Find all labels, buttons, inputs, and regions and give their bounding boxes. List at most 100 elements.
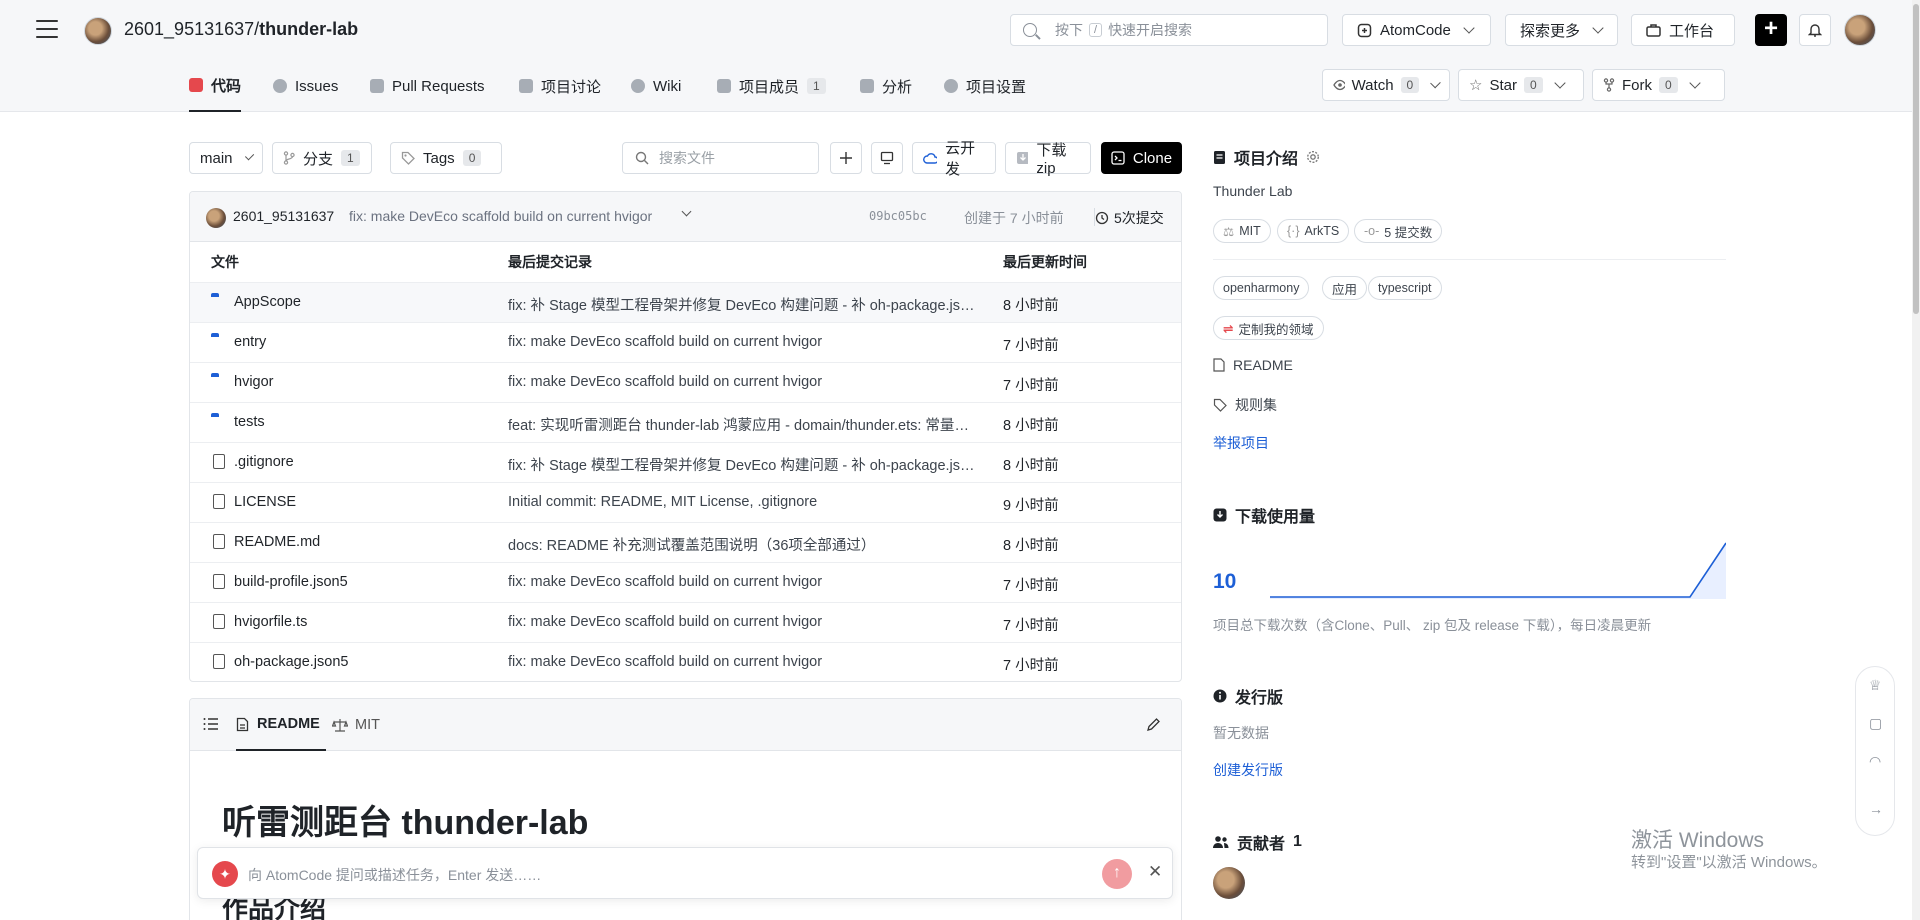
tab-discussions[interactable]: 项目讨论: [519, 60, 601, 112]
commit-message[interactable]: fix: make DevEco scaffold build on curre…: [349, 208, 652, 224]
tab-wiki[interactable]: Wiki: [631, 60, 681, 112]
file-row-build-profile[interactable]: build-profile.json5 fix: make DevEco sca…: [190, 562, 1181, 602]
file-commit-message[interactable]: fix: 补 Stage 模型工程骨架并修复 DevEco 构建问题 - 补 o…: [508, 294, 978, 315]
rules-link[interactable]: 规则集: [1213, 395, 1277, 415]
file-row-hvigorfile[interactable]: hvigorfile.ts fix: make DevEco scaffold …: [190, 602, 1181, 642]
list-icon[interactable]: [203, 717, 219, 731]
file-name[interactable]: hvigorfile.ts: [234, 614, 307, 630]
tab-settings[interactable]: 项目设置: [944, 60, 1026, 112]
commit-author[interactable]: 2601_95131637: [233, 208, 334, 224]
file-name[interactable]: README.md: [234, 534, 320, 550]
file-row-oh-package[interactable]: oh-package.json5 fix: make DevEco scaffo…: [190, 642, 1181, 681]
add-file-button[interactable]: [830, 142, 862, 174]
atomcode-prompt-input[interactable]: 向 AtomCode 提问或描述任务，Enter 发送……: [248, 865, 541, 885]
repo-name[interactable]: thunder-lab: [259, 19, 358, 39]
file-row-entry[interactable]: entry fix: make DevEco scaffold build on…: [190, 322, 1181, 362]
headset-icon[interactable]: ◠: [1869, 753, 1881, 770]
cloud-dev-button[interactable]: 云开发: [912, 140, 996, 178]
file-name[interactable]: oh-package.json5: [234, 654, 348, 670]
scrollbar-thumb[interactable]: [1913, 4, 1919, 314]
file-name[interactable]: entry: [234, 334, 266, 350]
commit-author-avatar[interactable]: [206, 208, 226, 228]
customize-domain-button[interactable]: ⇌ 定制我的领域: [1213, 316, 1324, 340]
atomcode-button[interactable]: AtomCode: [1342, 14, 1491, 46]
star-icon: ☆: [1469, 77, 1483, 94]
repo-path[interactable]: 2601_95131637/thunder-lab: [124, 19, 358, 40]
repo-owner[interactable]: 2601_95131637/: [124, 19, 259, 39]
arrow-right-icon[interactable]: →: [1869, 801, 1883, 817]
file-name[interactable]: build-profile.json5: [234, 574, 348, 590]
user-avatar[interactable]: [1844, 14, 1876, 46]
file-name[interactable]: AppScope: [234, 294, 301, 310]
license-badge[interactable]: ⚖ MIT: [1213, 219, 1271, 243]
file-search-input[interactable]: 搜索文件: [622, 142, 819, 174]
clone-button[interactable]: Clone: [1101, 142, 1182, 174]
report-link[interactable]: 举报项目: [1213, 433, 1269, 453]
create-release-link[interactable]: 创建发行版: [1213, 760, 1283, 780]
repo-avatar[interactable]: [84, 17, 112, 45]
contributor-avatar[interactable]: [1213, 867, 1245, 899]
file-name[interactable]: hvigor: [234, 374, 274, 390]
download-zip-button[interactable]: 下载zip: [1005, 142, 1091, 177]
tab-issues[interactable]: Issues: [273, 60, 338, 112]
gear-icon[interactable]: [1306, 150, 1320, 164]
file-name[interactable]: LICENSE: [234, 494, 296, 510]
topic-app[interactable]: 应用: [1322, 276, 1368, 300]
watch-button[interactable]: Watch 0: [1322, 69, 1450, 101]
tab-license[interactable]: MIT: [332, 699, 380, 751]
file-name[interactable]: .gitignore: [234, 454, 294, 470]
create-new-button[interactable]: +: [1755, 14, 1787, 46]
tags-button[interactable]: Tags 0: [390, 142, 502, 174]
star-button[interactable]: ☆ Star 0: [1458, 69, 1584, 101]
file-commit-message[interactable]: fix: make DevEco scaffold build on curre…: [508, 614, 978, 630]
file-row-license[interactable]: LICENSE Initial commit: README, MIT Lice…: [190, 482, 1181, 522]
web-ide-button[interactable]: [871, 142, 903, 174]
badge-label: MIT: [1239, 224, 1261, 238]
file-row-tests[interactable]: tests feat: 实现听雷测距台 thunder-lab 鸿蒙应用 - d…: [190, 402, 1181, 442]
workbench-button[interactable]: 工作台: [1631, 14, 1735, 46]
tab-members[interactable]: 项目成员 1: [717, 60, 826, 112]
language-badge[interactable]: {·} ArkTS: [1277, 219, 1350, 243]
file-commit-message[interactable]: docs: README 补充测试覆盖范围说明（36项全部通过）: [508, 534, 978, 555]
domain-icon: ⇌: [1223, 321, 1234, 336]
global-search-input[interactable]: 按下 / 快速开启搜索: [1010, 14, 1328, 46]
file-icon: [213, 614, 225, 629]
intro-heading: 项目介绍: [1213, 145, 1320, 169]
commit-hash[interactable]: 09bc05bc: [869, 209, 927, 223]
fork-button[interactable]: Fork 0: [1592, 69, 1725, 101]
notifications-button[interactable]: [1799, 14, 1831, 46]
commits-badge[interactable]: -o- 5 提交数: [1354, 219, 1443, 243]
tab-pull-requests[interactable]: Pull Requests: [370, 60, 485, 112]
trash-icon[interactable]: ▢: [1869, 715, 1882, 732]
tab-code[interactable]: 代码: [189, 60, 242, 112]
close-icon[interactable]: ✕: [1148, 862, 1162, 882]
file-commit-message[interactable]: fix: make DevEco scaffold build on curre…: [508, 334, 978, 350]
readme-link[interactable]: README: [1213, 357, 1293, 373]
file-row-appscope[interactable]: AppScope fix: 补 Stage 模型工程骨架并修复 DevEco 构…: [190, 282, 1181, 322]
chevron-down-icon[interactable]: [681, 206, 692, 217]
file-row-gitignore[interactable]: .gitignore fix: 补 Stage 模型工程骨架并修复 DevEco…: [190, 442, 1181, 482]
tab-readme[interactable]: README: [236, 699, 326, 751]
topic-openharmony[interactable]: openharmony: [1213, 276, 1310, 300]
top-bar: 2601_95131637/thunder-lab 按下 / 快速开启搜索 At…: [0, 0, 1912, 60]
file-commit-message[interactable]: fix: make DevEco scaffold build on curre…: [508, 574, 978, 590]
edit-icon[interactable]: [1146, 717, 1161, 732]
file-commit-message[interactable]: fix: make DevEco scaffold build on curre…: [508, 374, 978, 390]
trophy-icon[interactable]: ♕: [1869, 677, 1882, 694]
file-commit-message[interactable]: fix: make DevEco scaffold build on curre…: [508, 654, 978, 670]
branches-button[interactable]: 分支 1: [272, 142, 372, 174]
branch-select[interactable]: main: [189, 142, 263, 174]
file-row-readme[interactable]: README.md docs: README 补充测试覆盖范围说明（36项全部通…: [190, 522, 1181, 562]
file-name[interactable]: tests: [234, 414, 265, 430]
file-row-hvigor[interactable]: hvigor fix: make DevEco scaffold build o…: [190, 362, 1181, 402]
document-icon: [1213, 358, 1225, 372]
tab-analytics[interactable]: 分析: [860, 60, 912, 112]
explore-more-button[interactable]: 探索更多: [1505, 14, 1618, 46]
menu-icon[interactable]: [36, 18, 58, 40]
send-icon[interactable]: ↑: [1102, 859, 1132, 889]
file-commit-message[interactable]: fix: 补 Stage 模型工程骨架并修复 DevEco 构建问题 - 补 o…: [508, 454, 978, 475]
file-commit-message[interactable]: feat: 实现听雷测距台 thunder-lab 鸿蒙应用 - domain/…: [508, 414, 978, 435]
commit-count-link[interactable]: 5次提交: [1095, 208, 1164, 228]
topic-typescript[interactable]: typescript: [1368, 276, 1442, 300]
file-commit-message[interactable]: Initial commit: README, MIT License, .gi…: [508, 494, 978, 510]
